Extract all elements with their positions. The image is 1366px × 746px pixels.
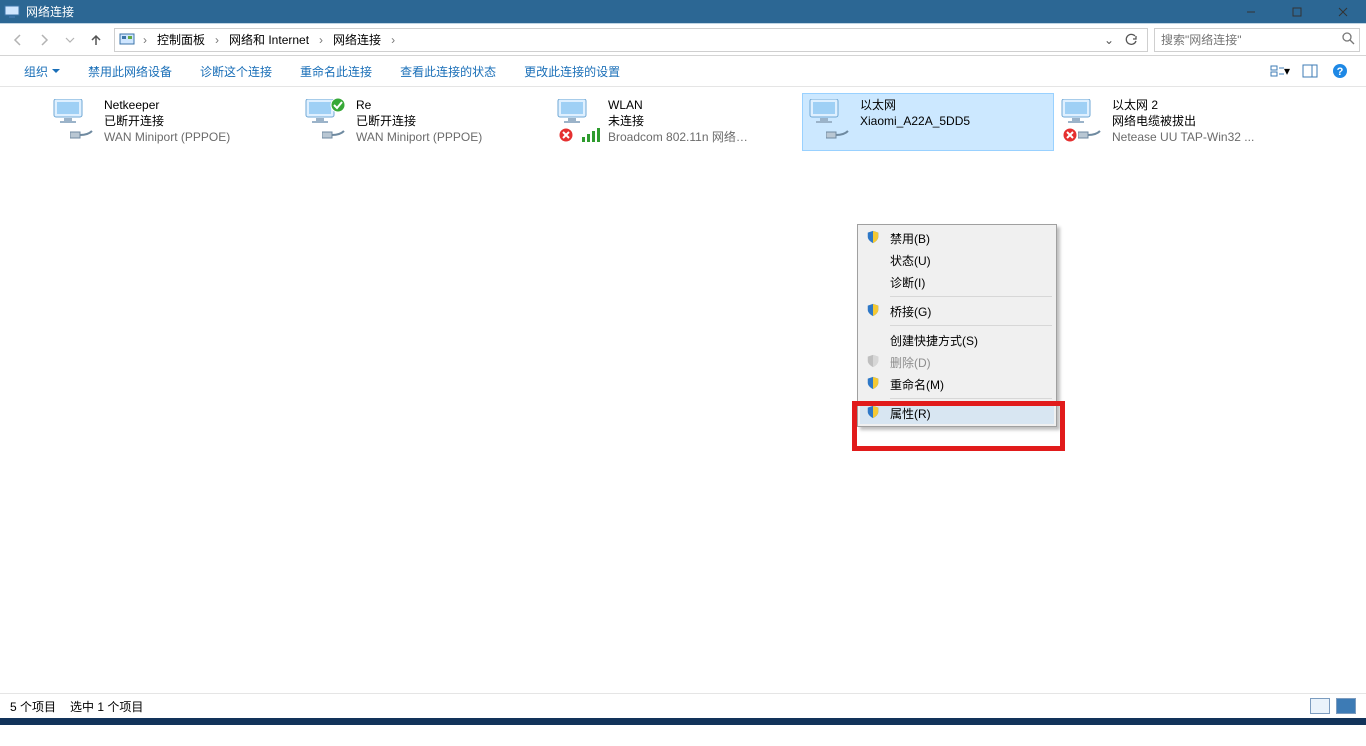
menu-item-label: 禁用(B)	[890, 230, 930, 247]
connection-device: WAN Miniport (PPPOE)	[104, 129, 230, 145]
recent-button[interactable]	[58, 28, 82, 52]
svg-text:?: ?	[1337, 66, 1344, 78]
crumb-sep-icon: ›	[139, 33, 151, 47]
crumb-0[interactable]: 控制面板	[155, 31, 207, 48]
connection-status: 已断开连接	[104, 113, 230, 129]
connection-item[interactable]: Netkeeper已断开连接WAN Miniport (PPPOE)	[46, 93, 298, 151]
connection-device: WAN Miniport (PPPOE)	[356, 129, 482, 145]
connection-status: Xiaomi_A22A_5DD5	[860, 113, 970, 129]
shield-icon	[866, 376, 882, 392]
menu-item-label: 创建快捷方式(S)	[890, 332, 978, 349]
crumb-sep-icon: ›	[211, 33, 223, 47]
connection-name: Re	[356, 97, 482, 113]
command-bar: 组织 禁用此网络设备 诊断这个连接 重命名此连接 查看此连接的状态 更改此连接的…	[0, 56, 1366, 87]
status-selected: 选中 1 个项目	[70, 698, 143, 715]
menu-item-label: 诊断(I)	[890, 274, 925, 291]
status-count: 5 个项目	[10, 698, 56, 715]
app-icon	[4, 4, 20, 20]
menu-item[interactable]: 重命名(M)	[860, 373, 1054, 395]
control-panel-icon	[119, 32, 135, 48]
tiles-view-icon[interactable]	[1336, 698, 1356, 714]
connection-text: 以太网 2网络电缆被拔出Netease UU TAP-Win32 ...	[1112, 97, 1254, 151]
connection-item[interactable]: 以太网Xiaomi_A22A_5DD5	[802, 93, 1054, 151]
menu-item[interactable]: 创建快捷方式(S)	[860, 329, 1054, 351]
content-area: Netkeeper已断开连接WAN Miniport (PPPOE)Re已断开连…	[0, 87, 1366, 718]
search-input[interactable]	[1159, 32, 1341, 48]
connection-item[interactable]: WLAN未连接Broadcom 802.11n 网络…	[550, 93, 802, 151]
connection-device: Netease UU TAP-Win32 ...	[1112, 129, 1254, 145]
ethernet-icon	[1058, 97, 1106, 145]
shield-icon	[866, 354, 882, 370]
titlebar: 网络连接	[0, 0, 1366, 23]
menu-item[interactable]: 禁用(B)	[860, 227, 1054, 249]
crumb-2[interactable]: 网络连接	[331, 31, 383, 48]
search-icon[interactable]	[1341, 31, 1355, 48]
ethernet-icon	[806, 97, 854, 145]
connection-status: 已断开连接	[356, 113, 482, 129]
connection-name: WLAN	[608, 97, 748, 113]
rename-button[interactable]: 重命名此连接	[286, 56, 386, 86]
menu-item[interactable]: 桥接(G)	[860, 300, 1054, 322]
dialup-icon	[50, 97, 98, 145]
menu-separator	[890, 398, 1052, 399]
status-bar: 5 个项目 选中 1 个项目	[0, 693, 1366, 718]
view-status-button[interactable]: 查看此连接的状态	[386, 56, 510, 86]
shield-icon	[866, 405, 882, 421]
maximize-button[interactable]	[1274, 0, 1320, 23]
menu-item-label: 删除(D)	[890, 354, 931, 371]
shield-icon	[866, 303, 882, 319]
connection-text: WLAN未连接Broadcom 802.11n 网络…	[608, 97, 748, 151]
preview-pane-icon[interactable]	[1300, 61, 1320, 81]
close-button[interactable]	[1320, 0, 1366, 23]
connection-item[interactable]: 以太网 2网络电缆被拔出Netease UU TAP-Win32 ...	[1054, 93, 1306, 151]
window-title: 网络连接	[26, 3, 74, 20]
minimize-button[interactable]	[1228, 0, 1274, 23]
connection-name: 以太网	[860, 97, 970, 113]
crumb-sep-icon: ›	[315, 33, 327, 47]
organize-button[interactable]: 组织	[10, 56, 74, 86]
menu-separator	[890, 325, 1052, 326]
dialup-icon	[302, 97, 350, 145]
context-menu: 禁用(B) 状态(U) 诊断(I) 桥接(G) 创建快捷方式(S) 删除(D) 重命名(M)…	[857, 224, 1057, 427]
menu-item[interactable]: 诊断(I)	[860, 271, 1054, 293]
up-button[interactable]	[84, 28, 108, 52]
crumb-1[interactable]: 网络和 Internet	[227, 31, 311, 48]
connection-status: 未连接	[608, 113, 748, 129]
menu-item-label: 属性(R)	[890, 405, 931, 422]
menu-separator	[890, 296, 1052, 297]
help-icon[interactable]: ?	[1330, 61, 1350, 81]
search-field[interactable]	[1154, 28, 1360, 52]
connection-grid: Netkeeper已断开连接WAN Miniport (PPPOE)Re已断开连…	[0, 87, 1366, 153]
menu-item-label: 重命名(M)	[890, 376, 944, 393]
connection-device: Broadcom 802.11n 网络…	[608, 129, 748, 145]
window-controls	[1228, 0, 1366, 23]
connection-name: Netkeeper	[104, 97, 230, 113]
menu-item[interactable]: 属性(R)	[860, 402, 1054, 424]
address-dropdown-icon[interactable]: ⌄	[1101, 33, 1117, 47]
connection-text: Netkeeper已断开连接WAN Miniport (PPPOE)	[104, 97, 230, 151]
connection-text: 以太网Xiaomi_A22A_5DD5	[860, 97, 970, 151]
crumb-sep-icon: ›	[387, 33, 399, 47]
connection-name: 以太网 2	[1112, 97, 1254, 113]
details-view-icon[interactable]	[1310, 698, 1330, 714]
diagnose-button[interactable]: 诊断这个连接	[186, 56, 286, 86]
menu-item-label: 桥接(G)	[890, 303, 931, 320]
menu-item: 删除(D)	[860, 351, 1054, 373]
wlan-icon	[554, 97, 602, 145]
taskbar-sliver	[0, 718, 1366, 725]
connection-item[interactable]: Re已断开连接WAN Miniport (PPPOE)	[298, 93, 550, 151]
connection-status: 网络电缆被拔出	[1112, 113, 1254, 129]
view-options-icon[interactable]: ▾	[1270, 61, 1290, 81]
disable-device-button[interactable]: 禁用此网络设备	[74, 56, 186, 86]
breadcrumb[interactable]: › 控制面板 › 网络和 Internet › 网络连接 › ⌄	[114, 28, 1148, 52]
address-bar: › 控制面板 › 网络和 Internet › 网络连接 › ⌄	[0, 23, 1366, 56]
shield-icon	[866, 230, 882, 246]
connection-text: Re已断开连接WAN Miniport (PPPOE)	[356, 97, 482, 151]
back-button[interactable]	[6, 28, 30, 52]
forward-button[interactable]	[32, 28, 56, 52]
menu-item-label: 状态(U)	[890, 252, 931, 269]
menu-item[interactable]: 状态(U)	[860, 249, 1054, 271]
refresh-button[interactable]	[1119, 28, 1143, 52]
change-settings-button[interactable]: 更改此连接的设置	[510, 56, 634, 86]
